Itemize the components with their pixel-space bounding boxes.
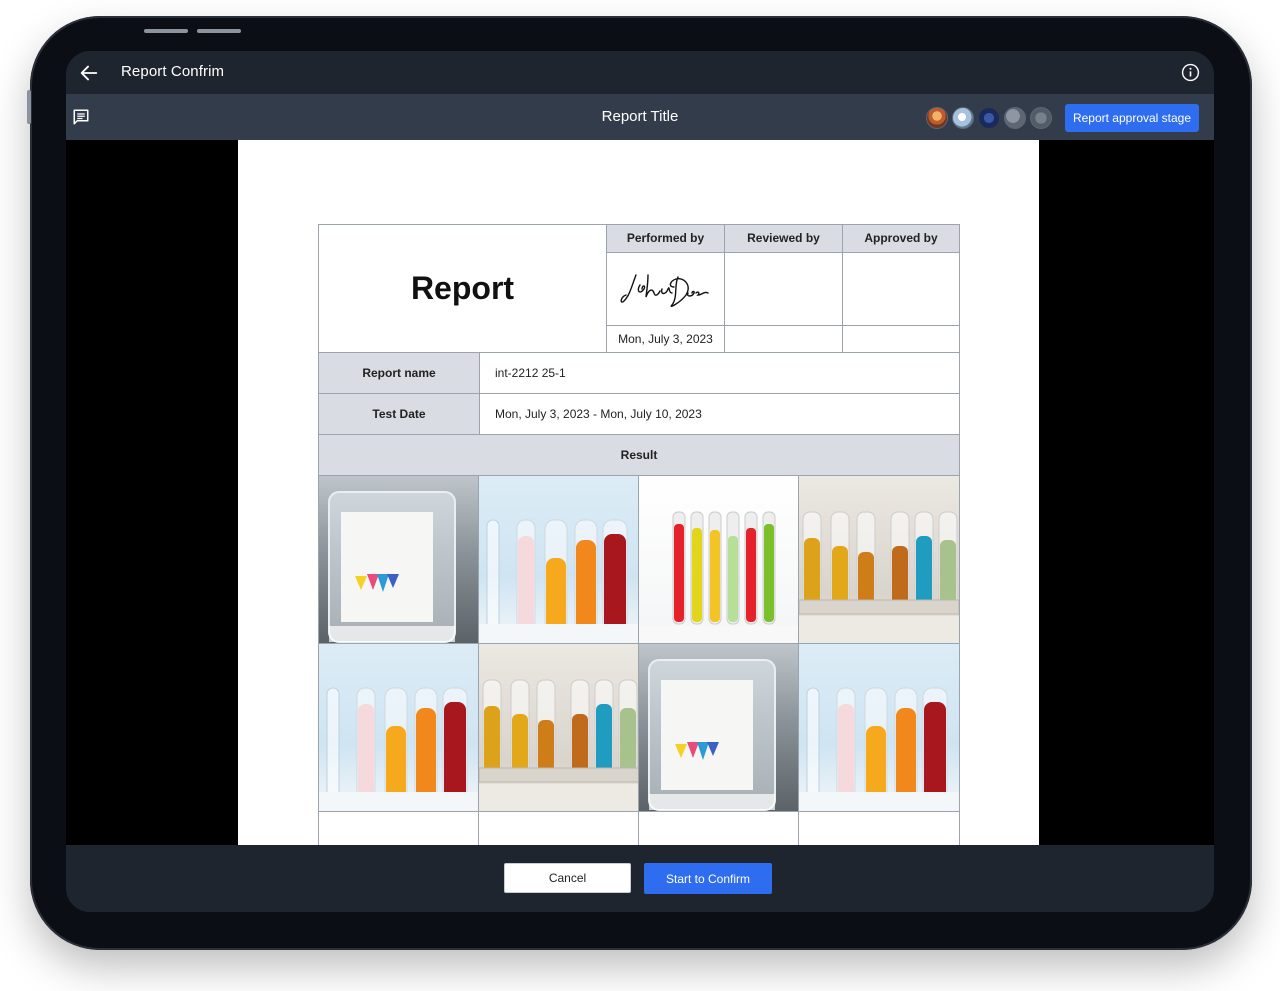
action-bar: Cancel Start to Confirm [66,845,1214,912]
field-value: Mon, July 3, 2023 - Mon, July 10, 2023 [495,407,702,421]
reviewer-avatars [926,107,1052,129]
field-label: Test Date [319,394,480,434]
beaker-chromatography-photo[interactable] [319,476,479,644]
volume-button [144,29,188,33]
field-label: Report name [319,353,480,393]
report-approval-stage-button[interactable]: Report approval stage [1065,104,1199,132]
document-page: Report Performed by Mon, July 3, 2023 Re… [238,140,1039,845]
field-row-test-date: Test Date Mon, July 3, 2023 - Mon, July … [319,394,959,435]
signature-column-performed: Performed by Mon, July 3, 2023 [607,225,725,352]
test-tubes-colored-photo[interactable] [319,644,479,812]
start-to-confirm-button[interactable]: Start to Confirm [644,863,772,894]
report-document: Report Performed by Mon, July 3, 2023 Re… [318,224,960,845]
page-title: Report Confrim [121,63,225,80]
avatar[interactable] [952,107,974,129]
result-photo-grid [319,476,959,845]
test-tubes-colored-photo[interactable] [799,644,959,812]
signature-box [725,253,842,327]
signature-date [725,326,842,352]
signature-role: Approved by [843,225,959,253]
report-heading: Report [319,225,607,352]
report-toolbar: Report Title Report approval stage [66,94,1214,140]
beaker-chromatography-photo[interactable] [639,644,799,812]
photo-placeholder [639,812,799,845]
signature-table: Performed by Mon, July 3, 2023 Reviewed … [607,225,959,352]
info-icon[interactable] [1181,63,1200,82]
avatar[interactable] [926,107,948,129]
handwritten-signature [620,274,709,307]
result-heading: Result [319,435,959,476]
signature-column-reviewed: Reviewed by [725,225,843,352]
document-viewer[interactable]: Report Performed by Mon, July 3, 2023 Re… [66,140,1214,845]
signature-box [843,253,959,327]
test-tubes-rack-photo[interactable] [799,476,959,644]
avatar[interactable] [978,107,1000,129]
signature-role: Reviewed by [725,225,842,253]
field-value: int-2212 25-1 [495,366,566,380]
signature-date: Mon, July 3, 2023 [618,332,713,347]
photo-placeholder [319,812,479,845]
app-screen: Report Confrim Report Title Report appro… [66,51,1214,912]
test-tubes-rack-photo[interactable] [479,644,639,812]
report-header: Report Performed by Mon, July 3, 2023 Re… [319,225,959,353]
volume-button [197,29,241,33]
signature-date [843,326,959,352]
signature-column-approved: Approved by [843,225,959,352]
signature-box [607,253,724,327]
avatar[interactable] [1030,107,1052,129]
photo-placeholder [479,812,639,845]
power-button [27,90,31,124]
field-row-report-name: Report name int-2212 25-1 [319,353,959,394]
signature-role: Performed by [607,225,724,253]
app-header: Report Confrim [66,51,1214,94]
back-arrow-icon[interactable] [78,62,100,84]
avatar[interactable] [1004,107,1026,129]
cancel-button[interactable]: Cancel [504,863,631,893]
photo-placeholder [799,812,959,845]
test-tubes-colored-photo[interactable] [479,476,639,644]
test-tubes-bright-photo[interactable] [639,476,799,644]
